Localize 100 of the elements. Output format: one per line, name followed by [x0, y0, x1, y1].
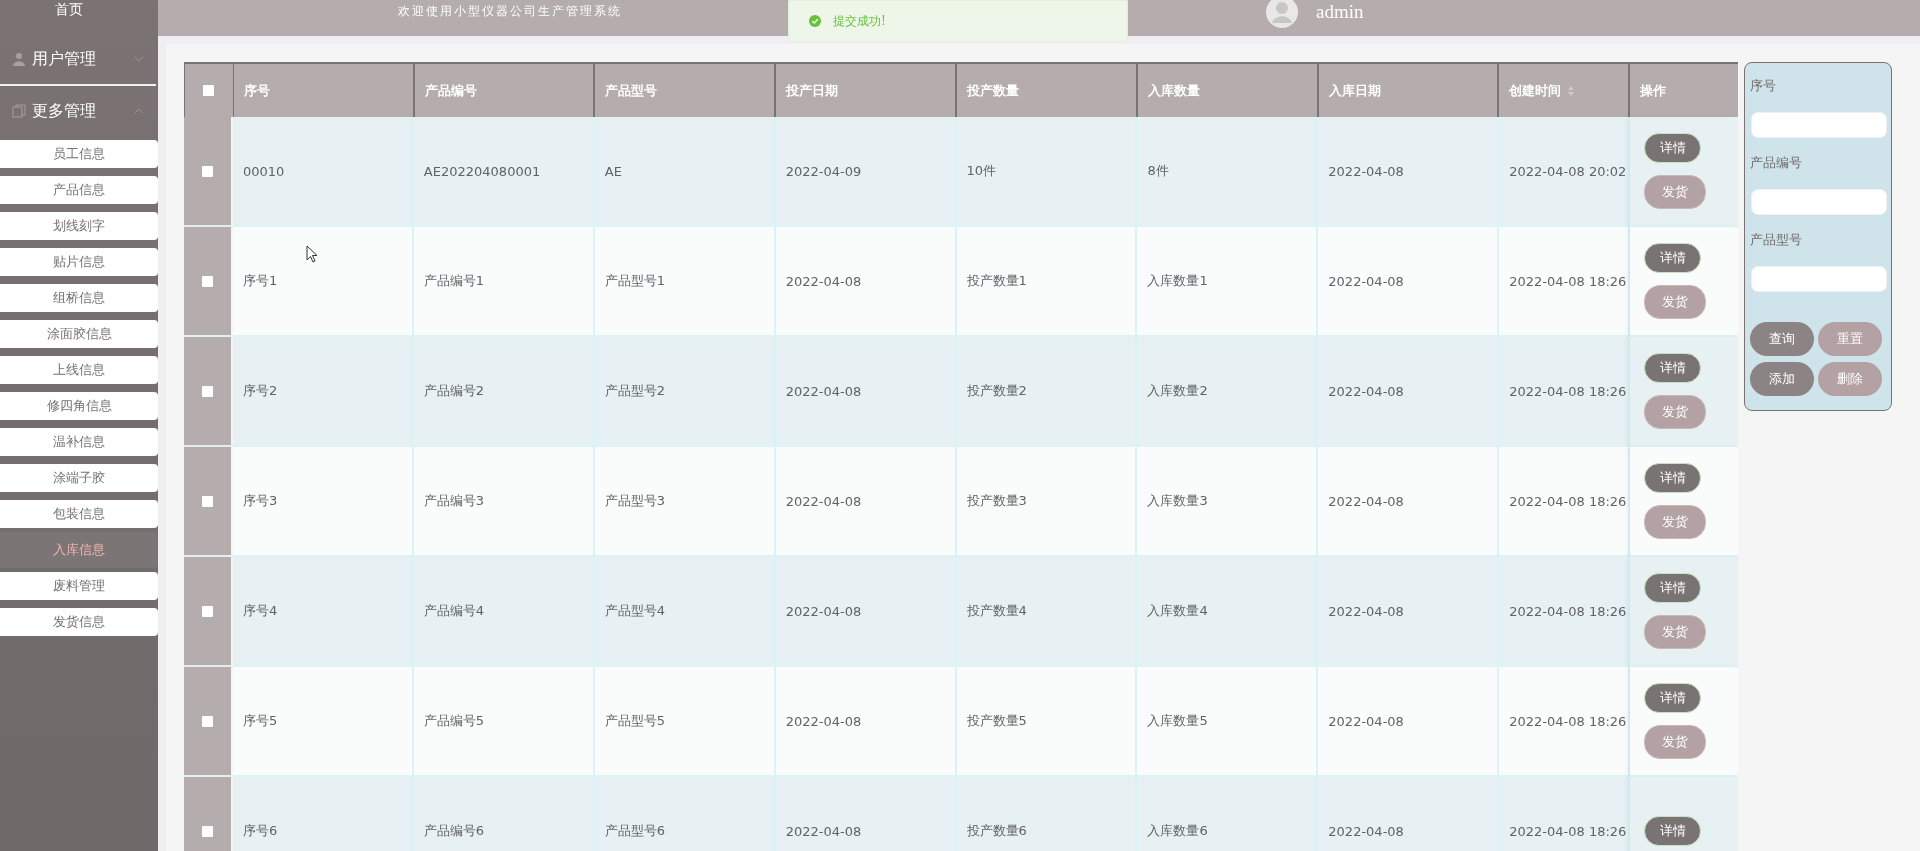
table-cell: 2022-04-08	[1318, 227, 1500, 337]
table-cell: 2022-04-08	[1318, 667, 1500, 777]
chevron-icon	[134, 56, 144, 62]
table-cell: 2022-04-08 18:26	[1499, 667, 1631, 777]
table-cell: 产品型号3	[594, 447, 776, 557]
table-cell: 2022-04-08	[1318, 777, 1500, 851]
home-menu-item[interactable]: 首页	[0, 0, 158, 18]
table-cell: 投产数量4	[956, 557, 1138, 667]
cursor-icon	[306, 245, 318, 263]
details-button[interactable]: 详情	[1644, 353, 1702, 383]
table-cell: 入库数量5	[1137, 667, 1319, 777]
table-cell: 2022-04-08	[775, 667, 957, 777]
sidebar-item[interactable]: 入库信息	[0, 532, 158, 568]
panel-button[interactable]: 查询	[1750, 322, 1814, 356]
table-cell: 入库数量6	[1137, 777, 1319, 851]
table-cell: 2022-04-08	[775, 777, 957, 851]
table-cell: 产品型号4	[594, 557, 776, 667]
menu-group[interactable]: 更多管理	[0, 86, 158, 136]
user-icon	[12, 52, 26, 66]
ship-button[interactable]: 发货	[1644, 725, 1707, 759]
input-field[interactable]	[1751, 189, 1887, 215]
row-checkbox[interactable]	[202, 825, 213, 837]
table-cell: 2022-04-08	[775, 337, 957, 447]
table-cell: 2022-04-08	[1318, 337, 1500, 447]
table-cell: 投产数量1	[956, 227, 1138, 337]
sidebar-item[interactable]: 划线刻字	[0, 212, 158, 240]
row-checkbox[interactable]	[202, 385, 213, 397]
table-cell: 序号2	[232, 337, 414, 447]
column-header: 操作	[1639, 81, 1668, 100]
table-cell: AE202204080001	[413, 117, 595, 227]
table-cell: 投产数量3	[956, 447, 1138, 557]
table-cell: 入库数量4	[1137, 557, 1319, 667]
table-cell: 序号4	[232, 557, 414, 667]
details-button[interactable]: 详情	[1644, 133, 1702, 163]
system-title: 欢迎使用小型仪器公司生产管理系统	[398, 3, 622, 20]
panel-button[interactable]: 删除	[1818, 362, 1882, 396]
table-cell: 产品编号2	[413, 337, 595, 447]
avatar-icon[interactable]	[1266, 0, 1298, 28]
table-cell: 2022-04-08	[1318, 557, 1500, 667]
table-cell: 2022-04-08 18:26	[1499, 447, 1631, 557]
ship-button[interactable]: 发货	[1644, 615, 1707, 649]
table-cell: 序号5	[232, 667, 414, 777]
sidebar-item[interactable]: 组桥信息	[0, 284, 158, 312]
table-cell: 2022-04-08	[1318, 447, 1500, 557]
table-cell: 入库数量3	[1137, 447, 1319, 557]
sidebar-item[interactable]: 贴片信息	[0, 248, 158, 276]
ship-button[interactable]: 发货	[1644, 395, 1707, 429]
sidebar-item[interactable]: 包装信息	[0, 500, 158, 528]
table-cell: 投产数量5	[956, 667, 1138, 777]
input-field[interactable]	[1751, 112, 1887, 138]
check-icon	[809, 15, 821, 27]
table-cell: 8件	[1137, 117, 1319, 227]
menu-group[interactable]: 用户管理	[0, 34, 158, 84]
toast-message: 提交成功!	[833, 12, 886, 30]
sidebar-item[interactable]: 员工信息	[0, 140, 158, 168]
table-cell: 序号1	[232, 227, 414, 337]
sidebar-item[interactable]: 涂面胶信息	[0, 320, 158, 348]
field-label: 序号	[1750, 77, 1776, 95]
field-label: 产品编号	[1750, 154, 1802, 172]
table-cell: 产品型号1	[594, 227, 776, 337]
select-all-checkbox[interactable]	[203, 85, 215, 96]
table-cell: 投产数量2	[956, 337, 1138, 447]
table-cell: 2022-04-09	[775, 117, 957, 227]
row-checkbox[interactable]	[202, 605, 213, 617]
sidebar-item[interactable]: 涂端子胶	[0, 464, 158, 492]
table-cell: 10件	[956, 117, 1138, 227]
sidebar-item[interactable]: 温补信息	[0, 428, 158, 456]
sidebar-item[interactable]: 发货信息	[0, 608, 158, 636]
sidebar-item[interactable]: 产品信息	[0, 176, 158, 204]
sidebar-item[interactable]: 废料管理	[0, 572, 158, 600]
table-cell: 序号3	[232, 447, 414, 557]
row-checkbox[interactable]	[202, 495, 213, 507]
table-cell: 2022-04-08 18:26	[1499, 557, 1631, 667]
sidebar-item[interactable]: 修四角信息	[0, 392, 158, 420]
table-cell: AE	[594, 117, 776, 227]
table-cell: 2022-04-08 20:02	[1499, 117, 1631, 227]
table-cell: 序号6	[232, 777, 414, 851]
details-button[interactable]: 详情	[1644, 816, 1702, 846]
table-cell: 2022-04-08 18:26	[1499, 777, 1631, 851]
chevron-icon	[134, 108, 144, 114]
input-field[interactable]	[1751, 266, 1887, 292]
row-checkbox[interactable]	[202, 165, 213, 177]
table-cell: 入库数量1	[1137, 227, 1319, 337]
ship-button[interactable]: 发货	[1644, 505, 1707, 539]
row-checkbox[interactable]	[202, 275, 213, 287]
table-cell: 产品型号6	[594, 777, 776, 851]
field-label: 产品型号	[1750, 231, 1802, 249]
sidebar-item[interactable]: 上线信息	[0, 356, 158, 384]
panel-button[interactable]: 添加	[1750, 362, 1814, 396]
ship-button[interactable]: 发货	[1644, 285, 1707, 319]
details-button[interactable]: 详情	[1644, 243, 1702, 273]
ship-button[interactable]: 发货	[1644, 175, 1707, 209]
panel-button[interactable]: 重置	[1818, 322, 1882, 356]
sort-icon[interactable]	[1567, 84, 1576, 97]
details-button[interactable]: 详情	[1644, 683, 1702, 713]
details-button[interactable]: 详情	[1644, 463, 1702, 493]
table-cell: 产品型号2	[594, 337, 776, 447]
details-button[interactable]: 详情	[1644, 573, 1702, 603]
table-cell: 2022-04-08 18:26	[1499, 337, 1631, 447]
row-checkbox[interactable]	[202, 715, 213, 727]
